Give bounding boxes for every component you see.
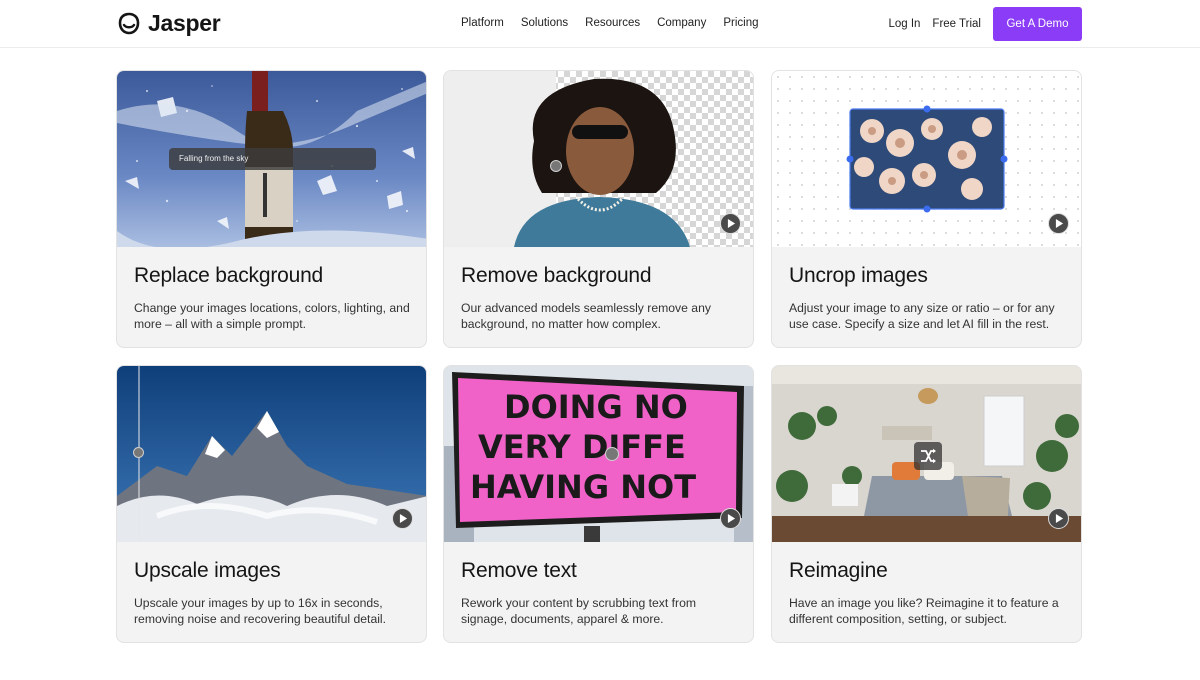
primary-nav: Platform Solutions Resources Company Pri… [461, 17, 758, 29]
compare-slider-handle[interactable] [133, 447, 144, 458]
card-description: Have an image you like? Reimagine it to … [789, 596, 1059, 626]
login-link[interactable]: Log In [888, 18, 920, 30]
billboard-image: DOING NO VERY DIFFE HAVING NOT [444, 366, 753, 542]
portrait-checkerboard-image [444, 71, 753, 247]
compare-slider-handle[interactable] [550, 160, 562, 172]
nav-actions: Log In Free Trial Get A Demo [888, 7, 1082, 41]
feature-card-reimagine[interactable]: Reimagine Have an image you like? Reimag… [771, 365, 1082, 643]
shuffle-icon[interactable] [914, 442, 942, 470]
card-description: Upscale your images by up to 16x in seco… [134, 596, 387, 626]
nav-resources[interactable]: Resources [585, 17, 640, 29]
uncrop-images-preview [772, 71, 1081, 247]
billboard-line-3: HAVING NOT [470, 468, 696, 506]
remove-background-preview [444, 71, 753, 247]
billboard-line-1: DOING NO [504, 388, 688, 426]
nav-pricing[interactable]: Pricing [723, 17, 758, 29]
feature-card-remove-background[interactable]: Remove background Our advanced models se… [443, 70, 754, 348]
upscale-images-preview [117, 366, 426, 542]
card-title: Replace background [134, 264, 324, 287]
card-title: Upscale images [134, 559, 281, 582]
play-icon[interactable] [1048, 508, 1069, 529]
card-title: Remove text [461, 559, 577, 582]
card-description: Adjust your image to any size or ratio –… [789, 301, 1055, 331]
nav-company[interactable]: Company [657, 17, 706, 29]
jasper-logo-icon [118, 12, 140, 34]
feature-card-replace-background[interactable]: Falling from the sky Replace background … [116, 70, 427, 348]
feature-card-remove-text[interactable]: DOING NO VERY DIFFE HAVING NOT Remove te… [443, 365, 754, 643]
mountain-peak-image [117, 366, 426, 542]
top-navigation: Jasper Platform Solutions Resources Comp… [0, 0, 1200, 48]
free-trial-link[interactable]: Free Trial [932, 18, 981, 30]
card-description: Our advanced models seamlessly remove an… [461, 301, 711, 331]
play-icon[interactable] [720, 508, 741, 529]
nav-platform[interactable]: Platform [461, 17, 504, 29]
nav-solutions[interactable]: Solutions [521, 17, 568, 29]
billboard-line-2: VERY DIFFE [478, 428, 686, 466]
card-title: Uncrop images [789, 264, 928, 287]
replace-background-preview: Falling from the sky [117, 71, 426, 247]
get-demo-button[interactable]: Get A Demo [993, 7, 1082, 41]
card-description: Rework your content by scrubbing text fr… [461, 596, 697, 626]
prompt-input-overlay: Falling from the sky [169, 148, 376, 170]
feature-card-upscale-images[interactable]: Upscale images Upscale your images by up… [116, 365, 427, 643]
play-icon[interactable] [1048, 213, 1069, 234]
play-icon[interactable] [720, 213, 741, 234]
card-description: Change your images locations, colors, li… [134, 301, 410, 331]
card-title: Reimagine [789, 559, 888, 582]
remove-text-preview: DOING NO VERY DIFFE HAVING NOT [444, 366, 753, 542]
brand-name: Jasper [148, 10, 221, 36]
brand-logo[interactable]: Jasper [116, 10, 221, 37]
feature-card-uncrop-images[interactable]: Uncrop images Adjust your image to any s… [771, 70, 1082, 348]
card-title: Remove background [461, 264, 652, 287]
flowers-uncrop-image [772, 71, 1081, 247]
compare-slider-handle[interactable] [605, 447, 619, 461]
reimagine-preview [772, 366, 1081, 542]
play-icon[interactable] [392, 508, 413, 529]
